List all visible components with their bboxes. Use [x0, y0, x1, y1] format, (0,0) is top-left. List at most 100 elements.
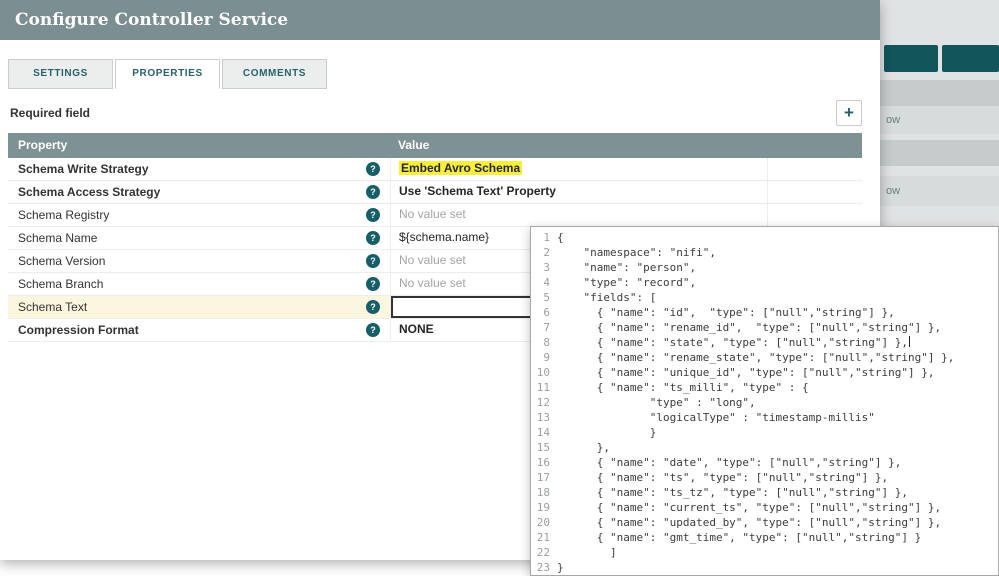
tab-bar: SETTINGS PROPERTIES COMMENTS	[8, 59, 329, 89]
background-row: ow	[880, 176, 999, 206]
property-name: Schema Text	[18, 297, 87, 318]
table-row[interactable]: Schema Registry ? No value set	[8, 204, 862, 227]
line-number: 11	[531, 380, 557, 395]
property-name: Schema Access Strategy	[18, 182, 160, 203]
property-value: No value set	[399, 253, 466, 267]
code-line: 1 {	[531, 230, 998, 245]
tab[interactable]: COMMENTS	[222, 59, 327, 89]
background-row	[880, 80, 999, 106]
code-line: 20 { "name": "updated_by", "type": ["nul…	[531, 515, 998, 530]
line-number: 5	[531, 290, 557, 305]
code-line: 17 { "name": "ts", "type": ["null","stri…	[531, 470, 998, 485]
property-value: No value set	[399, 207, 466, 221]
property-name: Compression Format	[18, 320, 139, 341]
help-icon[interactable]: ?	[366, 162, 380, 176]
code-line-text: {	[557, 230, 564, 245]
line-number: 9	[531, 350, 557, 365]
property-cell: Schema Write Strategy ?	[8, 158, 390, 180]
tab[interactable]: PROPERTIES	[115, 59, 220, 89]
background-row	[880, 140, 999, 166]
column-header-spacer	[768, 133, 862, 158]
line-number: 15	[531, 440, 557, 455]
property-value: NONE	[399, 322, 434, 336]
line-number: 21	[531, 530, 557, 545]
property-name: Schema Write Strategy	[18, 159, 149, 180]
code-line-text: { "name": "rename_id", "type": ["null","…	[557, 320, 941, 335]
background-row-text: ow	[880, 114, 900, 126]
code-line-text: { "name": "gmt_time", "type": ["null","s…	[557, 530, 921, 545]
help-icon[interactable]: ?	[366, 231, 380, 245]
property-name: Schema Registry	[18, 205, 109, 226]
code-line: 6 { "name": "id", "type": ["null","strin…	[531, 305, 998, 320]
code-line-text: },	[557, 440, 610, 455]
dialog-title: Configure Controller Service	[0, 0, 880, 40]
value-cell[interactable]: No value set	[390, 204, 768, 226]
value-cell[interactable]: Embed Avro Schema	[390, 158, 768, 180]
help-icon[interactable]: ?	[366, 208, 380, 222]
tab-label: PROPERTIES	[132, 68, 202, 79]
line-number: 12	[531, 395, 557, 410]
code-line: 4 "type": "record",	[531, 275, 998, 290]
tab-label: SETTINGS	[33, 68, 88, 79]
help-icon[interactable]: ?	[366, 323, 380, 337]
line-number: 2	[531, 245, 557, 260]
code-line-text: { "name": "date", "type": ["null","strin…	[557, 455, 901, 470]
property-cell: Schema Registry ?	[8, 204, 390, 226]
code-line: 23 }	[531, 560, 998, 575]
code-line-text: { "name": "state", "type": ["null","stri…	[557, 335, 910, 350]
required-field-label: Required field	[10, 106, 90, 120]
code-line-text: "type" : "long",	[557, 395, 756, 410]
column-header-value: Value	[390, 133, 768, 158]
code-line: 12 "type" : "long",	[531, 395, 998, 410]
code-line-text: "logicalType" : "timestamp-millis"	[557, 410, 875, 425]
line-number: 4	[531, 275, 557, 290]
background-button-left	[884, 45, 938, 72]
help-icon[interactable]: ?	[366, 300, 380, 314]
table-row[interactable]: Schema Access Strategy ? Use 'Schema Tex…	[8, 181, 862, 204]
code-line: 11 { "name": "ts_milli", "type" : {	[531, 380, 998, 395]
table-row[interactable]: Schema Write Strategy ? Embed Avro Schem…	[8, 158, 862, 181]
code-line: 9 { "name": "rename_state", "type": ["nu…	[531, 350, 998, 365]
line-number: 7	[531, 320, 557, 335]
code-line: 19 { "name": "current_ts", "type": ["nul…	[531, 500, 998, 515]
property-value: No value set	[399, 276, 466, 290]
line-number: 8	[531, 335, 557, 350]
line-number: 22	[531, 545, 557, 560]
line-number: 17	[531, 470, 557, 485]
line-number: 16	[531, 455, 557, 470]
line-number: 13	[531, 410, 557, 425]
table-header: Property Value	[8, 133, 862, 158]
code-line: 13 "logicalType" : "timestamp-millis"	[531, 410, 998, 425]
code-line: 21 { "name": "gmt_time", "type": ["null"…	[531, 530, 998, 545]
help-icon[interactable]: ?	[366, 254, 380, 268]
property-value: Use 'Schema Text' Property	[399, 184, 556, 198]
help-icon[interactable]: ?	[366, 185, 380, 199]
line-number: 1	[531, 230, 557, 245]
property-cell: Schema Name ?	[8, 227, 390, 249]
code-line: 8 { "name": "state", "type": ["null","st…	[531, 335, 998, 350]
row-spacer	[768, 158, 862, 180]
line-number: 18	[531, 485, 557, 500]
background-row-text: ow	[880, 185, 900, 197]
help-icon[interactable]: ?	[366, 277, 380, 291]
code-line-text: }	[557, 425, 656, 440]
code-line: 7 { "name": "rename_id", "type": ["null"…	[531, 320, 998, 335]
code-line: 5 "fields": [	[531, 290, 998, 305]
code-line: 3 "name": "person",	[531, 260, 998, 275]
code-line: 2 "namespace": "nifi",	[531, 245, 998, 260]
schema-text-editor-popup[interactable]: 1 { 2 "namespace": "nifi", 3 "name": "pe…	[530, 226, 999, 576]
code-line-text: }	[557, 560, 564, 575]
line-number: 14	[531, 425, 557, 440]
property-cell: Schema Access Strategy ?	[8, 181, 390, 203]
value-cell[interactable]: Use 'Schema Text' Property	[390, 181, 768, 203]
code-line-text: ]	[557, 545, 617, 560]
code-line-text: { "name": "current_ts", "type": ["null",…	[557, 500, 941, 515]
tab[interactable]: SETTINGS	[8, 59, 113, 89]
text-caret	[909, 336, 910, 347]
add-property-button[interactable]: +	[836, 100, 862, 126]
code-line: 15 },	[531, 440, 998, 455]
property-name: Schema Version	[18, 251, 105, 272]
property-cell: Schema Branch ?	[8, 273, 390, 295]
code-line-text: { "name": "rename_state", "type": ["null…	[557, 350, 954, 365]
line-number: 20	[531, 515, 557, 530]
